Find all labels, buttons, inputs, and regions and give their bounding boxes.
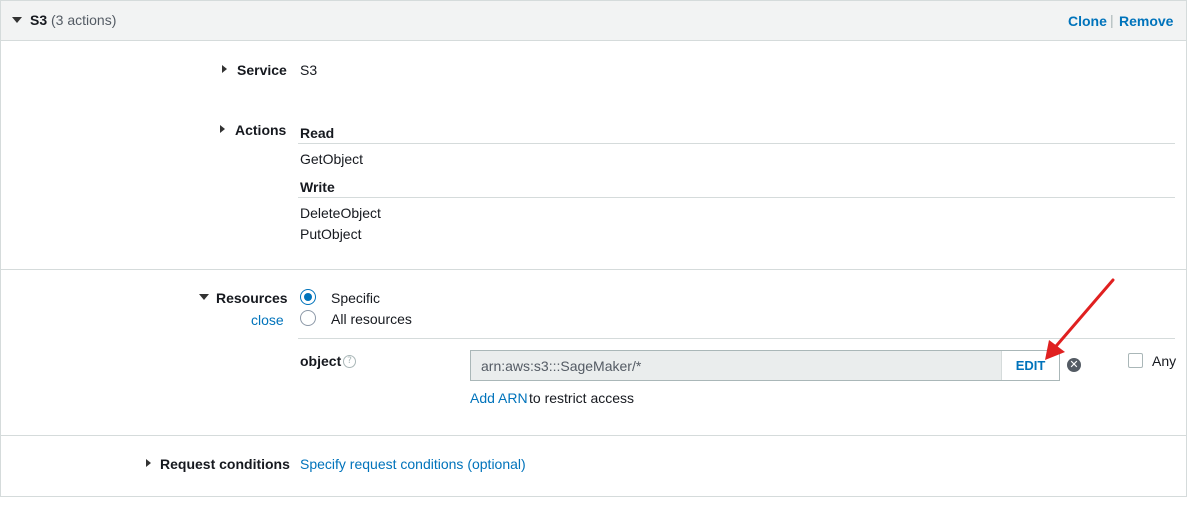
arn-value: arn:aws:s3:::SageMaker/* xyxy=(481,358,642,374)
any-checkbox-label[interactable]: Any xyxy=(1152,353,1176,369)
divider xyxy=(298,197,1175,198)
actions-label[interactable]: Actions xyxy=(235,122,286,138)
radio-all-resources[interactable] xyxy=(300,310,316,326)
header-separator: | xyxy=(1110,12,1114,28)
request-conditions-label[interactable]: Request conditions xyxy=(160,456,290,472)
actions-group-write-title: Write xyxy=(300,179,335,195)
divider xyxy=(298,143,1175,144)
action-item: GetObject xyxy=(300,151,364,167)
service-value: S3 xyxy=(300,62,318,78)
expand-service-caret-icon[interactable] xyxy=(222,65,227,73)
collapse-resources-caret-icon[interactable] xyxy=(199,294,209,300)
expand-actions-caret-icon[interactable] xyxy=(220,125,225,133)
action-item: PutObject xyxy=(300,226,362,242)
service-label[interactable]: Service xyxy=(237,62,287,78)
clone-link[interactable]: Clone xyxy=(1068,13,1107,29)
section-title: S3 xyxy=(30,12,48,28)
add-arn-link[interactable]: Add ARN xyxy=(470,390,528,406)
specify-request-conditions-link[interactable]: Specify request conditions (optional) xyxy=(300,456,526,472)
object-label: object xyxy=(300,353,342,369)
section-action-count: (3 actions) xyxy=(51,12,117,28)
actions-group-read-title: Read xyxy=(300,125,335,141)
help-icon[interactable]: ? xyxy=(343,355,356,368)
collapse-caret-icon[interactable] xyxy=(12,17,22,23)
remove-link[interactable]: Remove xyxy=(1119,13,1173,29)
action-item: DeleteObject xyxy=(300,205,381,221)
s3-section-header[interactable]: S3 (3 actions) Clone | Remove xyxy=(0,0,1187,41)
any-checkbox[interactable] xyxy=(1128,353,1143,368)
radio-specific-label[interactable]: Specific xyxy=(331,290,380,306)
add-arn-hint: to restrict access xyxy=(529,390,635,406)
resources-close-link[interactable]: close xyxy=(251,312,284,328)
arn-field[interactable]: arn:aws:s3:::SageMaker/* EDIT xyxy=(470,350,1060,381)
radio-specific[interactable] xyxy=(300,289,316,305)
resources-label[interactable]: Resources xyxy=(216,290,288,306)
section-divider xyxy=(0,269,1187,270)
expand-request-conditions-caret-icon[interactable] xyxy=(146,459,151,467)
section-divider xyxy=(0,435,1187,436)
annotation-arrow-icon xyxy=(1045,278,1115,360)
radio-all-resources-label[interactable]: All resources xyxy=(331,311,412,327)
